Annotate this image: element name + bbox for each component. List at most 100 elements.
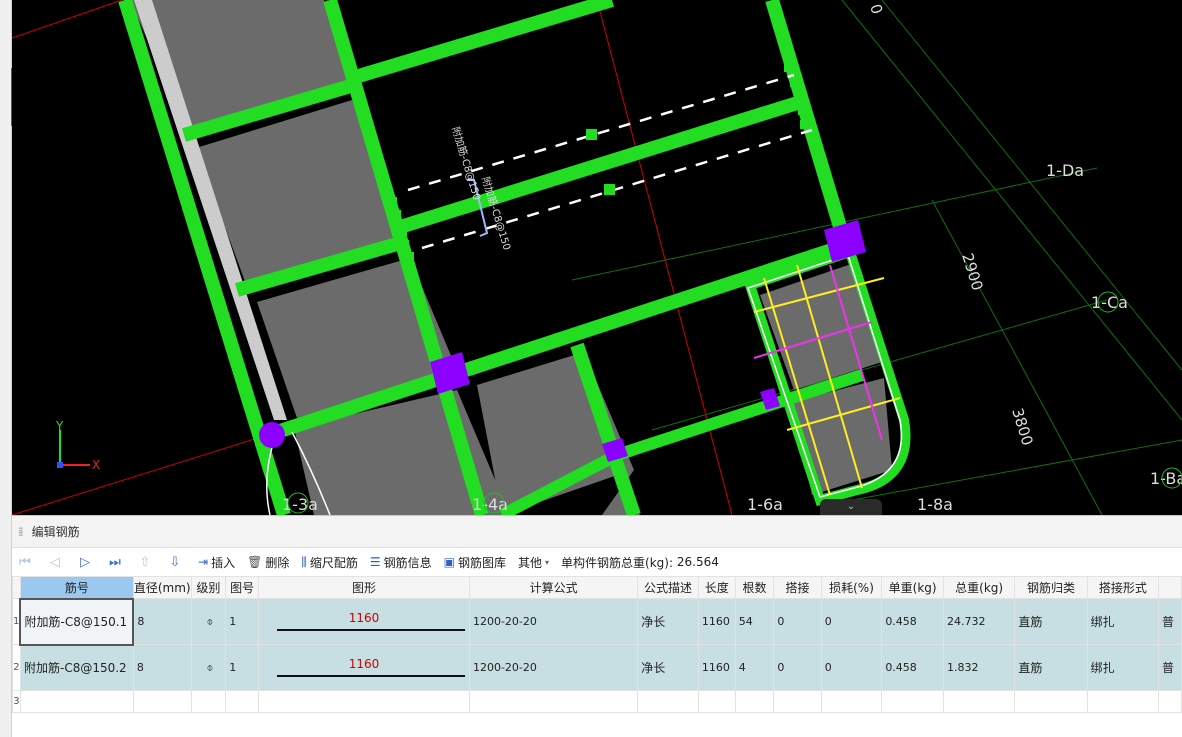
col-formula-desc[interactable]: 公式描述 <box>637 576 699 599</box>
col-grade[interactable]: 级别 <box>190 576 227 599</box>
cell-lap-type[interactable]: 绑扎 <box>1086 644 1160 691</box>
cell-rebar-name[interactable]: 附加筋-C8@150.1 <box>19 597 135 646</box>
chevron-down-icon: ⌄ <box>846 501 856 512</box>
row-number: 2 <box>12 644 21 691</box>
cell-extra[interactable]: 普 <box>1158 644 1182 691</box>
cell-formula[interactable]: 1200-20-20 <box>468 598 639 645</box>
table-header-row: 筋号 直径(mm) 级别 图号 图形 计算公式 公式描述 长度 根数 搭接 损耗… <box>12 576 1182 599</box>
first-record-icon[interactable]: ⏮ <box>18 555 32 570</box>
cell-lap-type[interactable]: 绑扎 <box>1086 598 1160 645</box>
axis-label-1-6a: 1-6a <box>747 495 783 514</box>
rebar-toolbar: ⏮ ◁ ▷ ⏭ ⇧ ⇩ ⇥ 插入 🗑 删除 ⫼ 缩尺配筋 ☰ 钢筋信息 ▣ 钢筋图库 其他… <box>12 548 1182 576</box>
col-lap-type[interactable]: 搭接形式 <box>1086 576 1160 599</box>
rebar-info-button[interactable]: ☰ 钢筋信息 <box>370 554 432 571</box>
cell-length[interactable]: 1160 <box>697 598 736 645</box>
other-menu-button[interactable]: 其他 ▾ <box>518 554 549 571</box>
cell-fig-no[interactable]: 1 <box>225 598 260 645</box>
drag-grip-icon[interactable]: ⁞⁞ <box>18 525 23 539</box>
cell-shape[interactable]: 1160 <box>258 644 470 691</box>
cell-count[interactable]: 4 <box>734 644 775 691</box>
col-fig-no[interactable]: 图号 <box>225 576 260 599</box>
panel-title: 编辑钢筋 <box>31 525 80 539</box>
delete-button[interactable]: 🗑 删除 <box>247 554 289 571</box>
cell-lap[interactable]: 0 <box>773 644 822 691</box>
total-weight: 单构件钢筋总重(kg): 26.564 <box>561 555 719 570</box>
move-down-icon[interactable]: ⇩ <box>168 555 182 570</box>
cell-shape[interactable]: 1160 <box>258 598 470 645</box>
prev-record-icon[interactable]: ◁ <box>48 555 62 570</box>
table-row[interactable]: 2 附加筋-C8@150.2 8 ⌽ 1 1160 1200-20-20 净长 … <box>12 644 1182 691</box>
ruler-icon: ⫼ <box>301 554 307 569</box>
col-shape[interactable]: 图形 <box>258 576 470 599</box>
cell-count[interactable]: 54 <box>734 598 775 645</box>
panel-header: ⁞⁞ 编辑钢筋 <box>12 516 1182 548</box>
trash-icon: 🗑 <box>247 555 263 569</box>
cell-category[interactable]: 直筋 <box>1014 644 1088 691</box>
col-lap[interactable]: 搭接 <box>773 576 822 599</box>
col-formula[interactable]: 计算公式 <box>468 576 639 599</box>
col-rebar-no[interactable]: 筋号 <box>19 576 134 599</box>
svg-text:Y: Y <box>55 419 64 433</box>
cell-grade[interactable]: ⌽ <box>190 598 227 645</box>
row-number: 3 <box>12 690 21 713</box>
rebar-table: 筋号 直径(mm) 级别 图号 图形 计算公式 公式描述 长度 根数 搭接 损耗… <box>12 576 1182 713</box>
scale-rebar-button[interactable]: ⫼ 缩尺配筋 <box>301 554 358 571</box>
axis-label-1-8a: 1-8a <box>917 495 953 514</box>
move-up-icon[interactable]: ⇧ <box>138 555 152 570</box>
rebar-grid: 筋号 直径(mm) 级别 图号 图形 计算公式 公式描述 长度 根数 搭接 损耗… <box>12 576 1182 737</box>
cell-total-weight[interactable]: 1.832 <box>942 644 1016 691</box>
svg-text:X: X <box>92 458 100 472</box>
col-total-weight[interactable]: 总重(kg) <box>942 576 1016 599</box>
insert-button[interactable]: ⇥ 插入 <box>198 554 235 571</box>
next-record-icon[interactable]: ▷ <box>78 555 92 570</box>
table-row-empty[interactable]: 3 <box>12 690 1182 713</box>
cell-loss[interactable]: 0 <box>820 598 883 645</box>
cell-diameter[interactable]: 8 <box>132 598 192 645</box>
cell-unit-weight[interactable]: 0.458 <box>881 644 944 691</box>
info-list-icon: ☰ <box>369 555 381 569</box>
caret-down-icon: ▾ <box>545 557 550 567</box>
cell-rebar-name[interactable]: 附加筋-C8@150.2 <box>19 644 134 691</box>
svg-text:0: 0 <box>866 2 886 16</box>
cell-formula-desc[interactable]: 净长 <box>637 598 699 645</box>
cell-extra[interactable]: 普 <box>1158 598 1182 645</box>
cell-diameter[interactable]: 8 <box>132 644 192 691</box>
cell-total-weight[interactable]: 24.732 <box>942 598 1016 645</box>
cad-viewport[interactable]: 1-Da 1-Ca 1-Ba 1-3a 1-4a 1-6a 1-8a 2900 … <box>12 0 1182 515</box>
axis-label-1-3a: 1-3a <box>282 495 318 514</box>
slab-fills <box>130 0 892 515</box>
shape-length: 1160 <box>348 657 380 671</box>
cell-lap[interactable]: 0 <box>773 598 822 645</box>
col-length[interactable]: 长度 <box>697 576 736 599</box>
col-loss[interactable]: 损耗(%) <box>820 576 883 599</box>
axis-label-1-Ca: 1-Ca <box>1091 293 1128 312</box>
col-count[interactable]: 根数 <box>734 576 775 599</box>
axis-label-1-Ba: 1-Ba <box>1150 469 1182 488</box>
view-toggle-handle[interactable]: ⌄ <box>820 499 882 515</box>
cell-category[interactable]: 直筋 <box>1014 598 1088 645</box>
total-weight-value: 26.564 <box>676 555 719 569</box>
library-icon: ▣ <box>443 555 455 569</box>
cell-grade[interactable]: ⌽ <box>190 644 227 691</box>
last-record-icon[interactable]: ⏭ <box>108 555 122 570</box>
axis-label-1-Da: 1-Da <box>1046 161 1084 180</box>
table-row[interactable]: 1 附加筋-C8@150.1 8 ⌽ 1 1160 1200-20-20 净长 … <box>12 597 1182 646</box>
col-unit-weight[interactable]: 单重(kg) <box>881 576 944 599</box>
cell-fig-no[interactable]: 1 <box>225 644 260 691</box>
rebar-annotation-1: 附加筋-C8@150 <box>449 125 484 202</box>
shape-line <box>277 675 465 677</box>
rebar-library-button[interactable]: ▣ 钢筋图库 <box>444 554 506 571</box>
edit-rebar-panel: ⁞⁞ 编辑钢筋 ⏮ ◁ ▷ ⏭ ⇧ ⇩ ⇥ 插入 🗑 删除 ⫼ 缩尺配筋 ☰ 钢筋信息 … <box>12 515 1182 737</box>
cell-loss[interactable]: 0 <box>820 644 883 691</box>
cell-length[interactable]: 1160 <box>697 644 736 691</box>
shape-length: 1160 <box>348 611 380 625</box>
shape-line <box>277 629 465 631</box>
col-diameter[interactable]: 直径(mm) <box>132 576 192 599</box>
cell-formula-desc[interactable]: 净长 <box>637 644 699 691</box>
col-extra[interactable] <box>1158 576 1182 599</box>
drawing-canvas[interactable]: 1-Da 1-Ca 1-Ba 1-3a 1-4a 1-6a 1-8a 2900 … <box>12 0 1182 515</box>
dimension-2900: 2900 <box>958 251 986 293</box>
cell-unit-weight[interactable]: 0.458 <box>881 598 944 645</box>
col-category[interactable]: 钢筋归类 <box>1014 576 1088 599</box>
cell-formula[interactable]: 1200-20-20 <box>468 644 639 691</box>
